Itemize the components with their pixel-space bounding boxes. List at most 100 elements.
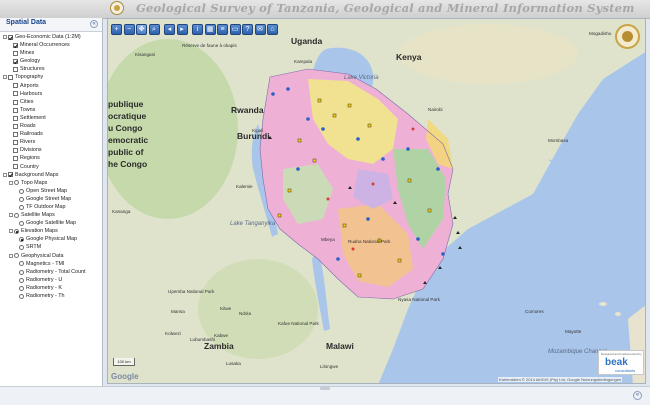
layer-radio[interactable] xyxy=(19,196,24,202)
layer-item[interactable]: Cities xyxy=(0,98,102,106)
home-button[interactable]: ⌂ xyxy=(267,24,278,35)
layer-label: Radiometry - U xyxy=(26,276,63,283)
zoom-out-button[interactable]: − xyxy=(123,24,135,35)
layer-item[interactable]: Topography xyxy=(0,73,102,81)
map-attribution[interactable]: Kartendaten © 2014 AfriGIS (Pty) Ltd, Go… xyxy=(498,377,623,382)
layer-item[interactable]: SRTM xyxy=(0,243,102,251)
layers-button[interactable]: ≡ xyxy=(217,24,228,35)
layer-item[interactable]: Divisions xyxy=(0,146,102,154)
layer-item[interactable]: Google Satellite Map xyxy=(0,219,102,227)
help-button[interactable]: ? xyxy=(242,24,253,35)
collapse-bottom-icon[interactable]: « xyxy=(633,391,642,400)
layer-item[interactable]: Geophysical Data xyxy=(0,252,102,260)
layer-checkbox[interactable] xyxy=(13,140,18,146)
zoom-in-button[interactable]: + xyxy=(111,24,122,35)
layer-item[interactable]: Open Street Map xyxy=(0,187,102,195)
layer-radio[interactable] xyxy=(19,293,24,299)
layer-item[interactable]: Harbours xyxy=(0,90,102,98)
layer-checkbox[interactable] xyxy=(13,99,18,105)
layer-radio[interactable] xyxy=(14,253,19,259)
tree-expander-icon[interactable] xyxy=(9,180,13,185)
layer-item[interactable]: Google Physical Map xyxy=(0,235,102,243)
tree-expander-icon[interactable] xyxy=(9,253,13,258)
layer-item[interactable]: Mines xyxy=(0,49,102,57)
layer-checkbox[interactable] xyxy=(13,148,18,154)
collapse-panel-icon[interactable]: « xyxy=(90,20,98,28)
layer-radio[interactable] xyxy=(19,245,24,251)
layer-checkbox[interactable] xyxy=(13,59,18,65)
layer-checkbox[interactable] xyxy=(13,42,18,48)
layer-label: Satellite Maps xyxy=(21,212,55,219)
layer-checkbox[interactable] xyxy=(13,156,18,162)
layer-radio[interactable] xyxy=(14,180,19,186)
layer-item[interactable]: Radiometry - Th xyxy=(0,292,102,300)
layer-checkbox[interactable] xyxy=(13,50,18,56)
map-viewport[interactable]: Uganda Kenya Rwanda Burundi publique ocratiqu… xyxy=(107,18,646,384)
layer-label: Google Satellite Map xyxy=(26,220,77,227)
sponsor-logo[interactable]: Designed and Implemented by beak consult… xyxy=(598,350,644,375)
next-extent-button[interactable]: ▸ xyxy=(176,24,188,35)
magnifier-icon: ⌕ xyxy=(152,26,156,33)
tree-expander-icon[interactable] xyxy=(3,172,7,177)
layer-radio[interactable] xyxy=(14,212,19,218)
layer-item[interactable]: Radiometry - U xyxy=(0,276,102,284)
layer-checkbox[interactable] xyxy=(8,75,13,81)
layer-item[interactable]: Google Street Map xyxy=(0,195,102,203)
layer-item[interactable]: Airports xyxy=(0,82,102,90)
zoom-box-button[interactable]: ⌕ xyxy=(148,24,160,35)
layer-item[interactable]: TF Outdoor Map xyxy=(0,203,102,211)
panel-title: Spatial Data xyxy=(6,19,47,26)
layer-checkbox[interactable] xyxy=(13,131,18,137)
layer-checkbox[interactable] xyxy=(13,83,18,89)
layer-radio[interactable] xyxy=(19,261,24,267)
previous-extent-button[interactable]: ◂ xyxy=(164,24,175,35)
layer-item[interactable]: Country xyxy=(0,163,102,171)
tree-expander-icon[interactable] xyxy=(9,229,13,234)
layer-item[interactable]: Regions xyxy=(0,154,102,162)
layer-checkbox[interactable] xyxy=(13,115,18,121)
tree-expander-icon[interactable] xyxy=(3,75,7,80)
email-button[interactable]: ✉ xyxy=(254,24,266,35)
layer-radio[interactable] xyxy=(14,229,19,235)
layer-checkbox[interactable] xyxy=(13,164,18,170)
layer-item[interactable]: Geology xyxy=(0,57,102,65)
layer-item[interactable]: Railroads xyxy=(0,130,102,138)
tree-expander-icon[interactable] xyxy=(3,35,7,39)
pan-button[interactable]: ✥ xyxy=(136,24,147,35)
layer-item[interactable]: Towns xyxy=(0,106,102,114)
layer-checkbox[interactable] xyxy=(13,107,18,113)
layer-item[interactable]: Background Maps xyxy=(0,171,102,179)
layer-radio[interactable] xyxy=(19,220,24,226)
layer-item[interactable]: Magnetics - TMI xyxy=(0,260,102,268)
map-label-city: Mayotte xyxy=(565,329,582,334)
layer-checkbox[interactable] xyxy=(8,34,13,40)
layer-checkbox[interactable] xyxy=(13,91,18,97)
layer-radio[interactable] xyxy=(19,285,24,291)
layer-checkbox[interactable] xyxy=(8,172,13,178)
layer-item[interactable]: Rivers xyxy=(0,138,102,146)
layer-item[interactable]: Satellite Maps xyxy=(0,211,102,219)
layer-item[interactable]: Topo Maps xyxy=(0,179,102,187)
print-icon: ▭ xyxy=(231,26,239,33)
layer-radio[interactable] xyxy=(19,277,24,283)
layer-radio[interactable] xyxy=(19,204,24,210)
layer-item[interactable]: Roads xyxy=(0,122,102,130)
layer-item[interactable]: Elevation Maps xyxy=(0,227,102,235)
layer-item[interactable]: Radiometry - K xyxy=(0,284,102,292)
layer-item[interactable]: Mineral Occurrences xyxy=(0,41,102,49)
print-button[interactable]: ▭ xyxy=(229,24,241,35)
layer-radio[interactable] xyxy=(19,269,24,275)
layer-item[interactable]: Radiometry - Total Count xyxy=(0,268,102,276)
layer-radio[interactable] xyxy=(19,188,24,194)
splitter-handle[interactable] xyxy=(320,387,330,390)
layer-checkbox[interactable] xyxy=(13,123,18,129)
tree-expander-icon[interactable] xyxy=(9,213,13,218)
layer-radio[interactable] xyxy=(19,237,24,243)
layer-item[interactable]: Settlement xyxy=(0,114,102,122)
map-toolbar: + − ✥ ⌕ ◂ ▸ i ▦ ≡ ▭? ✉ ⌂ xyxy=(111,24,278,37)
measure-button[interactable]: ▦ xyxy=(204,24,216,35)
layer-item[interactable]: Geo-Economic Data (1:2M) xyxy=(0,33,102,41)
identify-button[interactable]: i xyxy=(192,24,203,35)
layer-checkbox[interactable] xyxy=(13,67,18,73)
layer-item[interactable]: Structures xyxy=(0,65,102,73)
